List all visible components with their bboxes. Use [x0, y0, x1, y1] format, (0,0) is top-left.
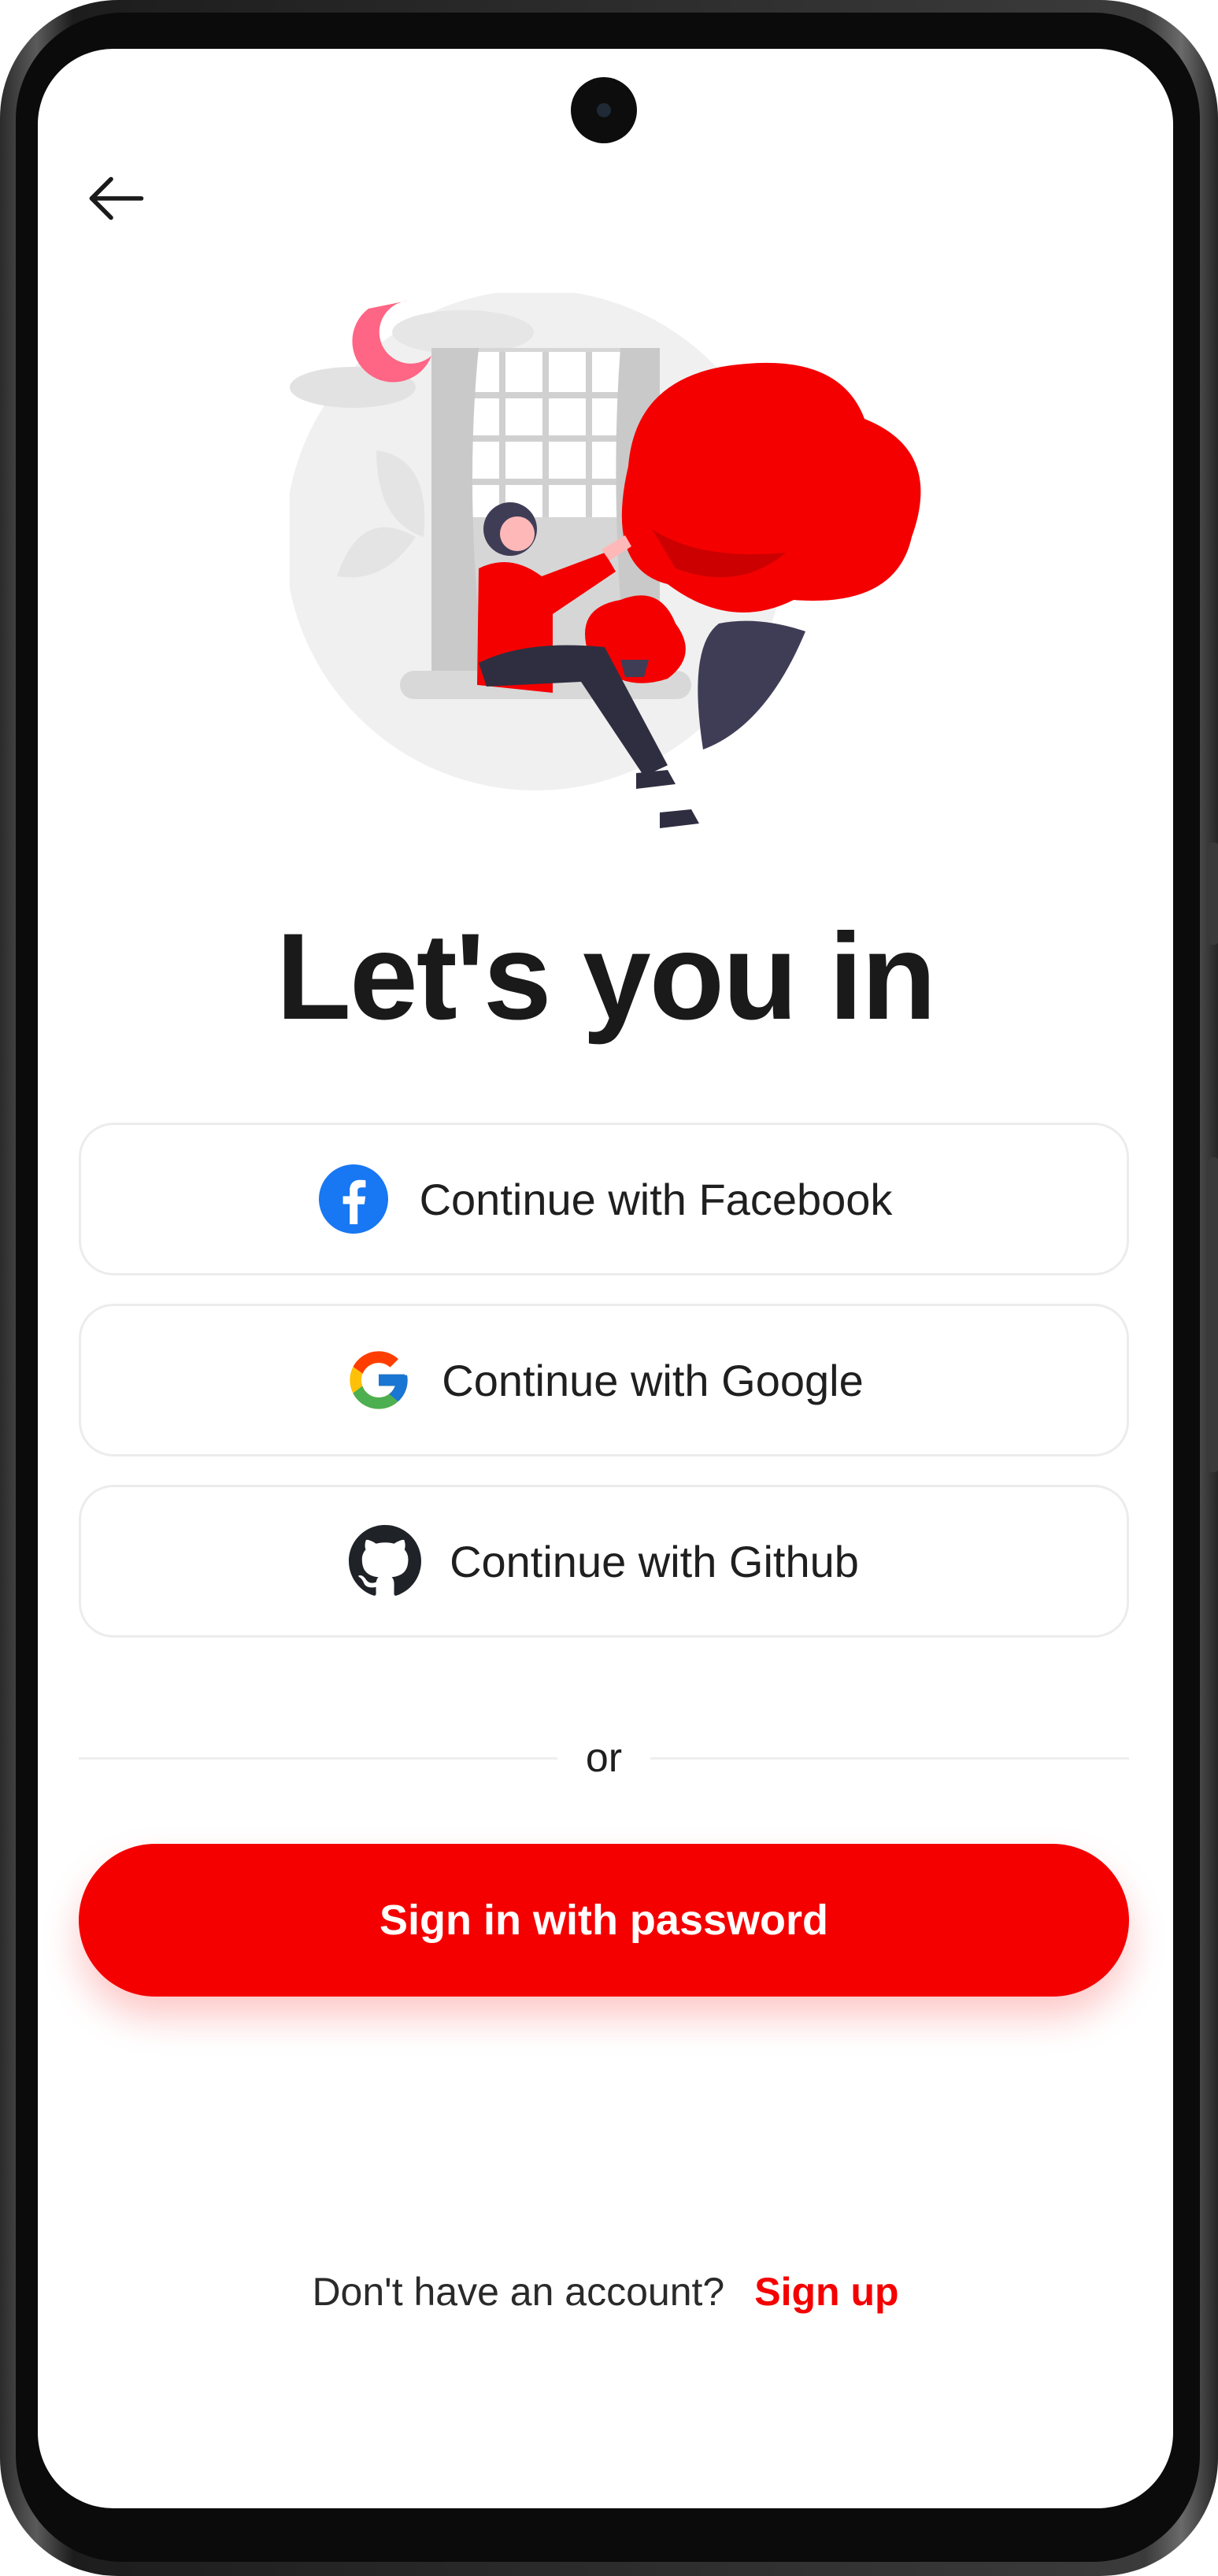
or-divider: or	[79, 1730, 1129, 1786]
phone-side-button-upper	[1209, 842, 1218, 945]
app-screen: Let's you in Continue with Facebook Cont…	[38, 49, 1173, 2508]
front-camera	[571, 77, 637, 143]
google-button-label: Continue with Google	[442, 1355, 864, 1405]
sign-in-with-password-button[interactable]: Sign in with password	[79, 1844, 1129, 1997]
continue-with-github-button[interactable]: Continue with Github	[79, 1485, 1129, 1638]
continue-with-facebook-button[interactable]: Continue with Facebook	[79, 1123, 1129, 1275]
woman-face	[500, 516, 535, 551]
cup-shape	[620, 660, 649, 677]
cloud-shape	[392, 310, 534, 354]
back-button[interactable]	[77, 159, 156, 238]
github-icon	[349, 1525, 422, 1597]
signup-prompt: Don't have an account?	[312, 2270, 725, 2314]
woman-shoe	[660, 809, 699, 828]
phone-side-button-lower	[1209, 1157, 1218, 1472]
arrow-left-icon	[89, 176, 144, 220]
continue-with-google-button[interactable]: Continue with Google	[79, 1304, 1129, 1456]
facebook-icon	[316, 1161, 391, 1237]
page-title: Let's you in	[276, 909, 937, 1046]
tree-trunk	[698, 620, 805, 749]
google-icon	[344, 1345, 413, 1415]
sign-up-link[interactable]: Sign up	[754, 2269, 898, 2315]
divider-line-right	[650, 1756, 1129, 1760]
woman-shoe	[636, 770, 676, 789]
divider-text: or	[585, 1735, 623, 1781]
facebook-button-label: Continue with Facebook	[419, 1174, 893, 1224]
github-button-label: Continue with Github	[450, 1536, 859, 1586]
divider-line-left	[79, 1756, 557, 1760]
signup-footer: Don't have an account? Sign up	[38, 2269, 1173, 2315]
woman-reading-illustration	[290, 293, 921, 828]
tree-foliage	[621, 362, 921, 613]
